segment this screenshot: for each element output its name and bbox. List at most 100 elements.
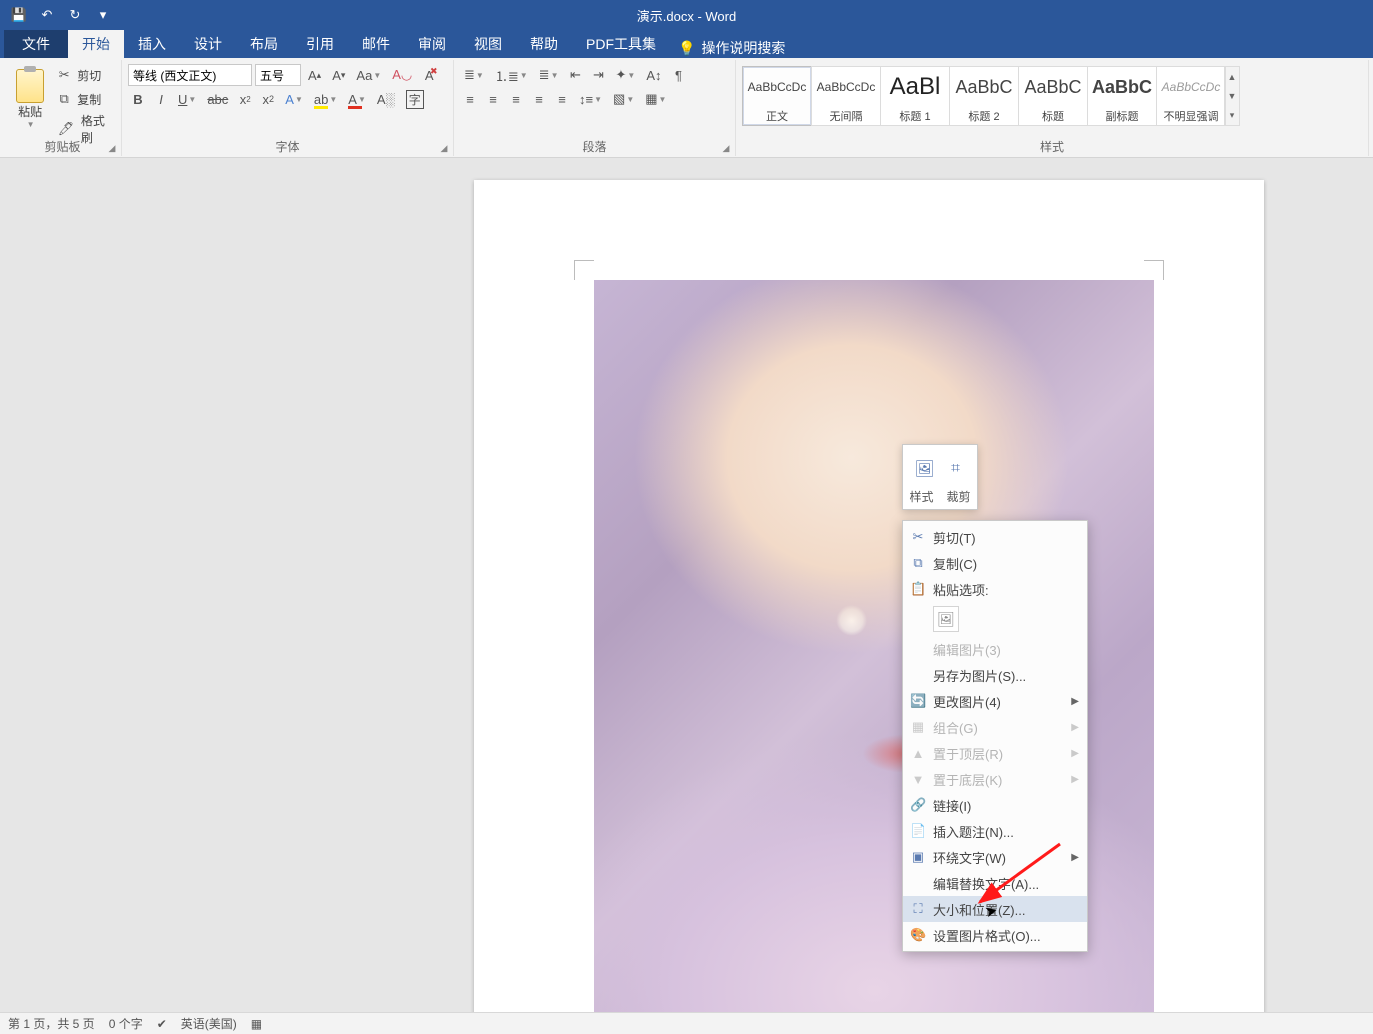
clear-formatting-button[interactable]: A✖: [419, 64, 439, 86]
save-button[interactable]: 💾: [8, 4, 30, 26]
font-color-button[interactable]: A▼: [344, 88, 370, 110]
qat-customize-button[interactable]: ▾: [92, 4, 114, 26]
align-right-button[interactable]: ≡: [506, 88, 526, 110]
subscript-button[interactable]: x2: [235, 88, 255, 110]
strikethrough-button[interactable]: abc: [203, 88, 232, 110]
align-center-button[interactable]: ≡: [483, 88, 503, 110]
tab-home[interactable]: 开始: [68, 30, 124, 58]
line-spacing-button[interactable]: ↕≡▼: [575, 88, 606, 110]
align-left-button[interactable]: ≡: [460, 88, 480, 110]
style-item-4[interactable]: AaBbC标题: [1018, 66, 1088, 126]
tell-me-search[interactable]: 💡 操作说明搜索: [678, 38, 785, 58]
menu-edit-alt-text[interactable]: 编辑替换文字(A)...: [903, 870, 1087, 896]
grow-font-button[interactable]: A▴: [304, 64, 325, 86]
styles-expand-button[interactable]: ▲▼▾: [1224, 66, 1240, 126]
paragraph-dialog-launcher[interactable]: ◢: [720, 142, 732, 154]
paste-icon: [16, 69, 44, 103]
status-language[interactable]: 英语(美国): [181, 1015, 237, 1032]
show-hide-button[interactable]: ¶: [668, 64, 688, 86]
menu-insert-caption[interactable]: 📄插入题注(N)...: [903, 818, 1087, 844]
tab-file[interactable]: 文件: [4, 30, 68, 58]
multilevel-list-button[interactable]: ≣▼: [535, 64, 563, 86]
menu-copy[interactable]: ⧉复制(C): [903, 550, 1087, 576]
submenu-arrow-icon: ▶: [1071, 852, 1079, 863]
mini-crop-label[interactable]: 裁剪: [946, 488, 970, 505]
increase-indent-button[interactable]: ⇥: [588, 64, 608, 86]
picture-style-icon[interactable]: 🖼: [913, 457, 937, 481]
status-page[interactable]: 第 1 页，共 5 页: [8, 1015, 95, 1032]
tab-layout[interactable]: 布局: [236, 30, 292, 58]
align-justify-button[interactable]: ≡: [529, 88, 549, 110]
menu-save-as-picture[interactable]: 另存为图片(S)...: [903, 662, 1087, 688]
caption-icon: 📄: [910, 823, 926, 839]
style-label: 正文: [743, 107, 811, 125]
style-item-6[interactable]: AaBbCcDc不明显强调: [1156, 66, 1226, 126]
document-area[interactable]: [0, 158, 1373, 1012]
shrink-font-button[interactable]: A▾: [328, 64, 349, 86]
paste-option-picture[interactable]: 🖼: [933, 606, 959, 632]
style-item-1[interactable]: AaBbCcDc无间隔: [811, 66, 881, 126]
status-macro-icon[interactable]: ▦: [251, 1017, 262, 1031]
highlight-button[interactable]: ab▼: [310, 88, 341, 110]
tab-help[interactable]: 帮助: [516, 30, 572, 58]
status-spellcheck-icon[interactable]: ✔: [157, 1017, 167, 1031]
tab-mailings[interactable]: 邮件: [348, 30, 404, 58]
style-item-3[interactable]: AaBbC标题 2: [949, 66, 1019, 126]
submenu-arrow-icon: ▶: [1071, 748, 1079, 759]
paste-button[interactable]: 粘贴 ▼: [10, 62, 50, 136]
group-clipboard: 粘贴 ▼ ✂剪切 ⧉复制 🖊格式刷 剪贴板 ◢: [4, 60, 122, 156]
format-picture-icon: 🎨: [910, 927, 926, 943]
font-dialog-launcher[interactable]: ◢: [438, 142, 450, 154]
tab-pdf[interactable]: PDF工具集: [572, 30, 670, 58]
font-name-combo[interactable]: 等线 (西文正文): [128, 64, 252, 86]
align-distributed-button[interactable]: ≡: [552, 88, 572, 110]
wrap-text-icon: ▣: [910, 849, 926, 865]
tab-design[interactable]: 设计: [180, 30, 236, 58]
clipboard-icon: 📋: [910, 581, 926, 597]
copy-button[interactable]: ⧉复制: [54, 88, 115, 110]
submenu-arrow-icon: ▶: [1071, 722, 1079, 733]
quick-access-toolbar: 💾 ↶ ↻ ▾: [0, 4, 114, 26]
font-size-combo[interactable]: 五号: [255, 64, 301, 86]
menu-link[interactable]: 🔗链接(I): [903, 792, 1087, 818]
redo-button[interactable]: ↻: [64, 4, 86, 26]
tab-insert[interactable]: 插入: [124, 30, 180, 58]
text-effects-button[interactable]: A▼: [281, 88, 307, 110]
underline-button[interactable]: U▼: [174, 88, 200, 110]
cut-button[interactable]: ✂剪切: [54, 64, 115, 86]
group-paragraph: ≣▼ ⒈≣▼ ≣▼ ⇤ ⇥ ✦▼ A↕ ¶ ≡ ≡ ≡ ≡ ≡ ↕≡▼ ▧▼ ▦…: [454, 60, 736, 156]
style-item-0[interactable]: AaBbCcDc正文: [742, 66, 812, 126]
crop-icon[interactable]: ⌗: [944, 457, 968, 481]
bold-button[interactable]: B: [128, 88, 148, 110]
decrease-indent-button[interactable]: ⇤: [565, 64, 585, 86]
enclose-characters-button[interactable]: 字: [402, 88, 428, 110]
change-case-button[interactable]: Aa▼: [352, 64, 385, 86]
superscript-button[interactable]: x2: [258, 88, 278, 110]
tab-view[interactable]: 视图: [460, 30, 516, 58]
italic-button[interactable]: I: [151, 88, 171, 110]
asian-layout-button[interactable]: ✦▼: [611, 64, 639, 86]
bullets-button[interactable]: ≣▼: [460, 64, 488, 86]
menu-change-picture[interactable]: 🔄更改图片(4)▶: [903, 688, 1087, 714]
undo-button[interactable]: ↶: [36, 4, 58, 26]
numbering-button[interactable]: ⒈≣▼: [491, 64, 532, 86]
status-word-count[interactable]: 0 个字: [109, 1015, 143, 1032]
status-bar: 第 1 页，共 5 页 0 个字 ✔ 英语(美国) ▦: [0, 1012, 1373, 1034]
menu-format-picture[interactable]: 🎨设置图片格式(O)...: [903, 922, 1087, 948]
tab-review[interactable]: 审阅: [404, 30, 460, 58]
borders-button[interactable]: ▦▼: [641, 88, 670, 110]
style-item-2[interactable]: AaBl标题 1: [880, 66, 950, 126]
shading-button[interactable]: ▧▼: [609, 88, 638, 110]
tab-references[interactable]: 引用: [292, 30, 348, 58]
clipboard-dialog-launcher[interactable]: ◢: [106, 142, 118, 154]
margin-corner-icon: [574, 260, 594, 280]
phonetic-guide-button[interactable]: A◡: [388, 64, 416, 86]
picture-mini-toolbar: 🖼 ⌗ 样式 裁剪: [902, 444, 978, 510]
character-shading-button[interactable]: A░: [373, 88, 399, 110]
menu-cut[interactable]: ✂剪切(T): [903, 524, 1087, 550]
sort-button[interactable]: A↕: [642, 64, 665, 86]
mini-style-label[interactable]: 样式: [909, 488, 933, 505]
style-item-5[interactable]: AaBbC副标题: [1087, 66, 1157, 126]
styles-gallery[interactable]: AaBbCcDc正文AaBbCcDc无间隔AaBl标题 1AaBbC标题 2Aa…: [742, 66, 1362, 126]
menu-wrap-text[interactable]: ▣环绕文字(W)▶: [903, 844, 1087, 870]
